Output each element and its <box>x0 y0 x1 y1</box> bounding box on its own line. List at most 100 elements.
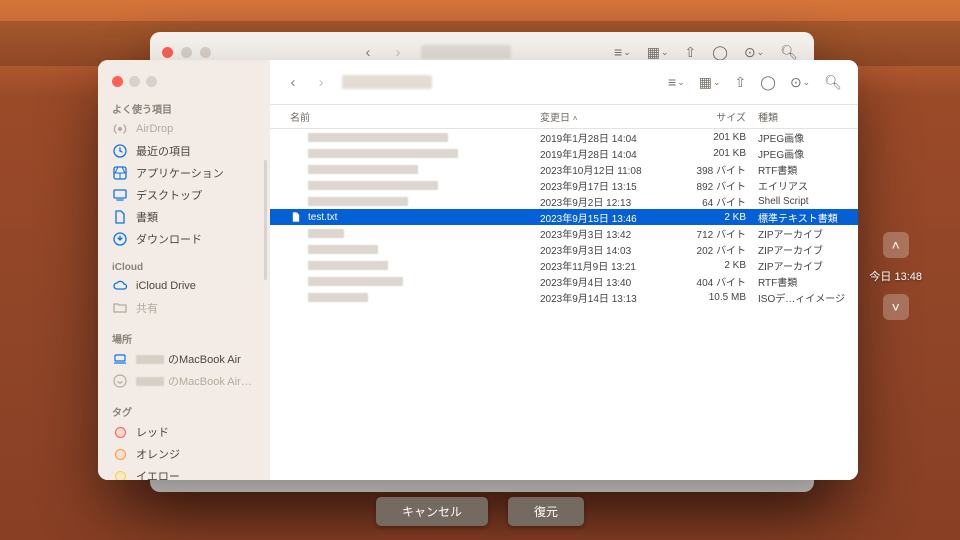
bottom-buttons: キャンセル 復元 <box>0 497 960 526</box>
table-row[interactable]: 2023年10月12日 11:08398 バイトRTF書類 <box>270 161 858 177</box>
file-icon <box>290 131 302 143</box>
tag-dot-icon <box>112 446 128 462</box>
sidebar-item-label: のMacBook Air <box>168 351 241 367</box>
file-date: 2023年9月3日 14:03 <box>540 242 682 257</box>
sidebar: よく使う項目 AirDrop最近の項目アプリケーションデスクトップ書類ダウンロー… <box>98 60 270 480</box>
sidebar-tag[interactable]: イエロー <box>98 465 270 480</box>
table-row[interactable]: 2019年1月28日 14:04201 KBJPEG画像 <box>270 145 858 161</box>
back-button[interactable]: ‹ <box>282 70 304 94</box>
file-icon <box>290 275 302 287</box>
table-row[interactable]: 2023年9月4日 13:40404 バイトRTF書類 <box>270 273 858 289</box>
cancel-button[interactable]: キャンセル <box>376 497 488 526</box>
folder-title-back <box>421 45 511 59</box>
sidebar-item-label: 書類 <box>136 209 158 225</box>
file-size: 64 バイト <box>682 194 754 209</box>
file-date: 2023年9月15日 13:46 <box>540 210 682 225</box>
table-row[interactable]: 2023年9月2日 12:1364 バイトShell Script <box>270 193 858 209</box>
file-date: 2023年9月2日 12:13 <box>540 194 682 209</box>
min-dot-back <box>181 47 192 58</box>
file-date: 2019年1月28日 14:04 <box>540 146 682 161</box>
timeline-label: 今日 13:48 <box>869 268 922 284</box>
file-size: 2 KB <box>682 212 754 223</box>
min-dot <box>129 76 140 87</box>
sidebar-item-label: iCloud Drive <box>136 280 196 292</box>
sidebar-tag[interactable]: レッド <box>98 421 270 443</box>
sidebar-item-icloud[interactable]: iCloud Drive <box>98 275 270 297</box>
folder-icon <box>112 300 128 316</box>
close-dot-back[interactable] <box>162 47 173 58</box>
sidebar-item-fav[interactable]: アプリケーション <box>98 162 270 184</box>
sidebar-tag[interactable]: オレンジ <box>98 443 270 465</box>
sidebar-item-loc[interactable]: のMacBook Air… <box>98 370 270 392</box>
filename-redacted <box>308 181 438 190</box>
file-date: 2023年9月3日 13:42 <box>540 226 682 241</box>
col-modified[interactable]: 変更日 <box>540 113 570 124</box>
file-date: 2023年11月9日 13:21 <box>540 258 682 273</box>
timeline-down-button[interactable]: ˅ <box>883 294 909 320</box>
laptop-icon <box>112 351 128 367</box>
file-icon <box>290 291 302 303</box>
sidebar-item-loc[interactable]: のMacBook Air <box>98 348 270 370</box>
sidebar-item-label: イエロー <box>136 468 180 480</box>
table-row[interactable]: 2023年9月3日 14:03202 バイトZIPアーカイブ <box>270 241 858 257</box>
tag-icon[interactable]: ◯ <box>756 71 780 93</box>
sidebar-item-fav[interactable]: デスクトップ <box>98 184 270 206</box>
filename-redacted <box>308 165 418 174</box>
sidebar-item-label: オレンジ <box>136 446 180 462</box>
file-size: 892 バイト <box>682 178 754 193</box>
filename-redacted <box>308 277 403 286</box>
file-icon <box>290 259 302 271</box>
group-icon[interactable]: ▦ ⌄ <box>695 71 725 93</box>
table-row[interactable]: 2023年9月14日 13:1310.5 MBISOデ…ィイメージ <box>270 289 858 305</box>
file-icon <box>290 211 302 223</box>
file-kind: エイリアス <box>754 178 858 193</box>
clock-icon <box>112 143 128 159</box>
file-size: 201 KB <box>682 132 754 143</box>
sidebar-heading-icloud: iCloud <box>98 258 270 275</box>
file-size: 10.5 MB <box>682 292 754 303</box>
sidebar-item-fav[interactable]: 最近の項目 <box>98 140 270 162</box>
table-row[interactable]: test.txt 2023年9月15日 13:462 KB標準テキスト書類 <box>270 209 858 225</box>
forward-button[interactable]: › <box>310 70 332 94</box>
close-dot[interactable] <box>112 76 123 87</box>
sidebar-item-fav[interactable]: ダウンロード <box>98 228 270 250</box>
sidebar-heading-locations: 場所 <box>98 327 270 348</box>
file-kind: ZIPアーカイブ <box>754 226 858 241</box>
file-size: 404 バイト <box>682 274 754 289</box>
sidebar-item-label: レッド <box>136 424 169 440</box>
file-size: 2 KB <box>682 260 754 271</box>
file-icon <box>290 163 302 175</box>
finder-window: よく使う項目 AirDrop最近の項目アプリケーションデスクトップ書類ダウンロー… <box>98 60 858 480</box>
file-icon <box>290 179 302 191</box>
file-kind: Shell Script <box>754 196 858 207</box>
view-list-icon[interactable]: ≡ ⌄ <box>664 71 689 93</box>
table-row[interactable]: 2023年9月3日 13:42712 バイトZIPアーカイブ <box>270 225 858 241</box>
table-row[interactable]: 2023年9月17日 13:15892 バイトエイリアス <box>270 177 858 193</box>
sidebar-heading-tags: タグ <box>98 400 270 421</box>
table-row[interactable]: 2019年1月28日 14:04201 KBJPEG画像 <box>270 129 858 145</box>
col-size[interactable]: サイズ <box>716 113 746 124</box>
filename-redacted <box>308 197 408 206</box>
table-header[interactable]: 名前 変更日 ˄ サイズ 種類 <box>270 104 858 129</box>
file-kind: RTF書類 <box>754 162 858 177</box>
filename: test.txt <box>308 212 337 223</box>
share-icon[interactable]: ⇧ <box>731 71 751 93</box>
file-kind: 標準テキスト書類 <box>754 210 858 225</box>
toolbar: ‹ › ≡ ⌄ ▦ ⌄ ⇧ ◯ ⊙ ⌄ 🔍︎ <box>270 60 858 104</box>
table-row[interactable]: 2023年11月9日 13:212 KBZIPアーカイブ <box>270 257 858 273</box>
search-icon[interactable]: 🔍︎ <box>820 71 846 93</box>
restore-button[interactable]: 復元 <box>508 497 584 526</box>
sort-asc-icon: ˄ <box>573 114 578 123</box>
col-name[interactable]: 名前 <box>290 109 310 124</box>
filename-redacted <box>308 245 378 254</box>
sidebar-item-fav[interactable]: AirDrop <box>98 118 270 140</box>
sidebar-heading-favorites: よく使う項目 <box>98 97 270 118</box>
sidebar-item-fav[interactable]: 書類 <box>98 206 270 228</box>
timeline-up-button[interactable]: ˄ <box>883 232 909 258</box>
sidebar-item-label: ダウンロード <box>136 231 202 247</box>
more-icon[interactable]: ⊙ ⌄ <box>786 71 814 93</box>
col-kind[interactable]: 種類 <box>758 113 778 124</box>
filename-redacted <box>308 133 448 142</box>
sidebar-item-icloud[interactable]: 共有 <box>98 297 270 319</box>
file-list[interactable]: 2019年1月28日 14:04201 KBJPEG画像2019年1月28日 1… <box>270 129 858 480</box>
